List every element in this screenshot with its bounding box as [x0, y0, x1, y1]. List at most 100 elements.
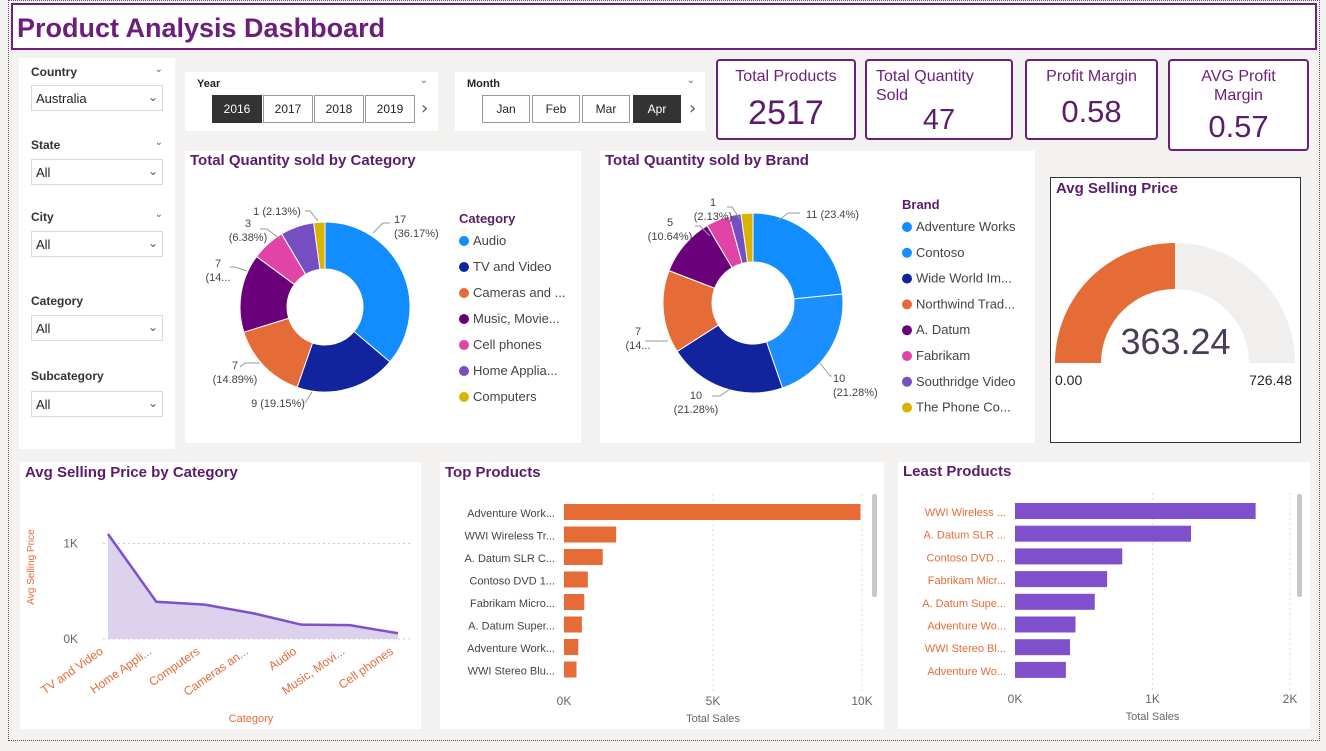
category-label: WWI Wireless Tr... [465, 531, 555, 543]
legend-marker [459, 262, 469, 272]
kpi-label: Total Quantity Sold [876, 68, 974, 104]
year-tile-2018[interactable]: 2018 [314, 95, 364, 123]
month-tile-jan[interactable]: Jan [482, 95, 530, 123]
legend-item: Computers [473, 389, 537, 404]
x-axis-title: Category [229, 713, 274, 725]
page-title: Product Analysis Dashboard [17, 13, 386, 43]
chevron-down-icon: ⌄ [147, 164, 158, 178]
category-label: WWI Stereo Bl... [925, 643, 1006, 655]
legend-marker [902, 376, 912, 387]
country-dropdown[interactable]: Australia ⌄ [31, 85, 163, 111]
kpi-card-total-products: Total Products 2517 [716, 59, 856, 140]
legend-marker [902, 299, 912, 310]
kpi-value: 2517 [748, 94, 824, 132]
chevron-down-icon: ⌄ [147, 90, 158, 104]
kpi-value: 0.57 [1208, 109, 1269, 144]
city-value: All [36, 237, 51, 252]
kpi-card-avg-profit-margin: AVG Profit Margin 0.57 [1168, 59, 1309, 151]
category-label: Adventure Wo... [927, 666, 1006, 678]
x-tick-label: 1K [1145, 692, 1160, 706]
legend-marker [902, 351, 912, 361]
legend-item: Home Applia... [473, 363, 558, 378]
data-label: (14... [625, 340, 650, 352]
gauge-value: 363.24 [1120, 321, 1231, 362]
bar [564, 526, 617, 543]
area-fill [108, 534, 398, 639]
gauge-title: Avg Selling Price [1056, 180, 1178, 197]
gauge-max: 726.48 [1249, 372, 1292, 388]
legend-marker [902, 247, 912, 258]
data-label: (21.28%) [674, 404, 719, 416]
state-slicer-label: State [31, 138, 61, 152]
category-label: Contoso DVD ... [927, 552, 1006, 564]
chevron-right-icon[interactable]: › [689, 98, 696, 119]
bar [564, 661, 577, 678]
x-tick-label: Audio [266, 644, 299, 673]
month-slicer: Month ⌄ Jan Feb Mar Apr › [455, 72, 705, 131]
chevron-down-icon[interactable]: ⌄ [155, 209, 163, 220]
bar [1015, 593, 1095, 610]
state-value: All [36, 165, 51, 180]
chevron-down-icon[interactable]: ⌄ [155, 64, 163, 75]
scrollbar [872, 494, 877, 597]
bar [1015, 639, 1070, 656]
chevron-down-icon[interactable]: ⌄ [687, 75, 695, 86]
city-dropdown[interactable]: All ⌄ [31, 231, 163, 257]
donut-slice [324, 221, 411, 363]
subcategory-dropdown[interactable]: All ⌄ [31, 391, 163, 417]
dashboard-title-bar: Product Analysis Dashboard [11, 3, 1317, 50]
legend-item: Music, Movie... [473, 311, 560, 326]
data-label: 7 [232, 360, 238, 372]
y-axis-title: Avg Selling Price [26, 529, 37, 605]
bar [1015, 548, 1123, 565]
legend-marker [459, 288, 469, 298]
chevron-down-icon[interactable]: ⌄ [420, 75, 428, 86]
data-label: (36.17%) [394, 228, 439, 240]
bar [1015, 525, 1191, 542]
data-label: (14... [205, 272, 230, 284]
legend-title: Category [459, 211, 516, 226]
scrollbar [1297, 494, 1302, 597]
legend-marker [459, 392, 469, 402]
country-value: Australia [36, 91, 87, 106]
kpi-value: 47 [922, 104, 956, 136]
leader-line [372, 222, 390, 234]
x-tick-label: 2K [1283, 692, 1298, 706]
least-products-bar-chart: 0K 1K 2K WWI Wireless ... A. Datum SLR ... Co… [922, 493, 1302, 723]
year-tile-2016[interactable]: 2016 [212, 95, 262, 123]
legend-item: Cell phones [473, 337, 542, 352]
chevron-down-icon: ⌄ [147, 236, 158, 250]
year-tile-2019[interactable]: 2019 [365, 95, 415, 123]
data-label: 3 [245, 218, 251, 230]
legend-marker [459, 314, 469, 324]
chevron-right-icon[interactable]: › [421, 98, 428, 119]
bar [1015, 571, 1108, 588]
month-tile-apr[interactable]: Apr [633, 95, 681, 123]
state-dropdown[interactable]: All ⌄ [31, 159, 163, 185]
data-label: 17 [394, 214, 406, 226]
chevron-down-icon: ⌄ [147, 320, 158, 334]
legend-item: Fabrikam [916, 348, 970, 363]
country-slicer-label: Country [31, 65, 77, 79]
category-label: Fabrikam Micro... [470, 598, 555, 610]
category-slicer-label: Category [31, 294, 84, 308]
category-label: Adventure Work... [467, 643, 555, 655]
legend-item: Cameras and ... [473, 285, 566, 300]
category-label: WWI Wireless ... [925, 507, 1006, 519]
legend-marker [459, 366, 469, 376]
x-axis-title: Total Sales [686, 713, 740, 725]
bar [1015, 503, 1256, 519]
leader-line [712, 388, 731, 397]
leader-line [230, 266, 248, 272]
kpi-label: Total Products [735, 68, 837, 85]
data-label: (6.38%) [229, 232, 268, 244]
month-tile-feb[interactable]: Feb [532, 95, 580, 123]
chevron-down-icon[interactable]: ⌄ [155, 137, 163, 148]
legend-marker [902, 325, 912, 336]
data-label: 7 [215, 258, 221, 270]
month-tile-mar[interactable]: Mar [582, 95, 630, 123]
category-label: A. Datum SLR ... [923, 530, 1006, 542]
year-tile-2017[interactable]: 2017 [263, 95, 313, 123]
category-dropdown[interactable]: All ⌄ [31, 315, 163, 341]
leader-line [305, 210, 319, 222]
